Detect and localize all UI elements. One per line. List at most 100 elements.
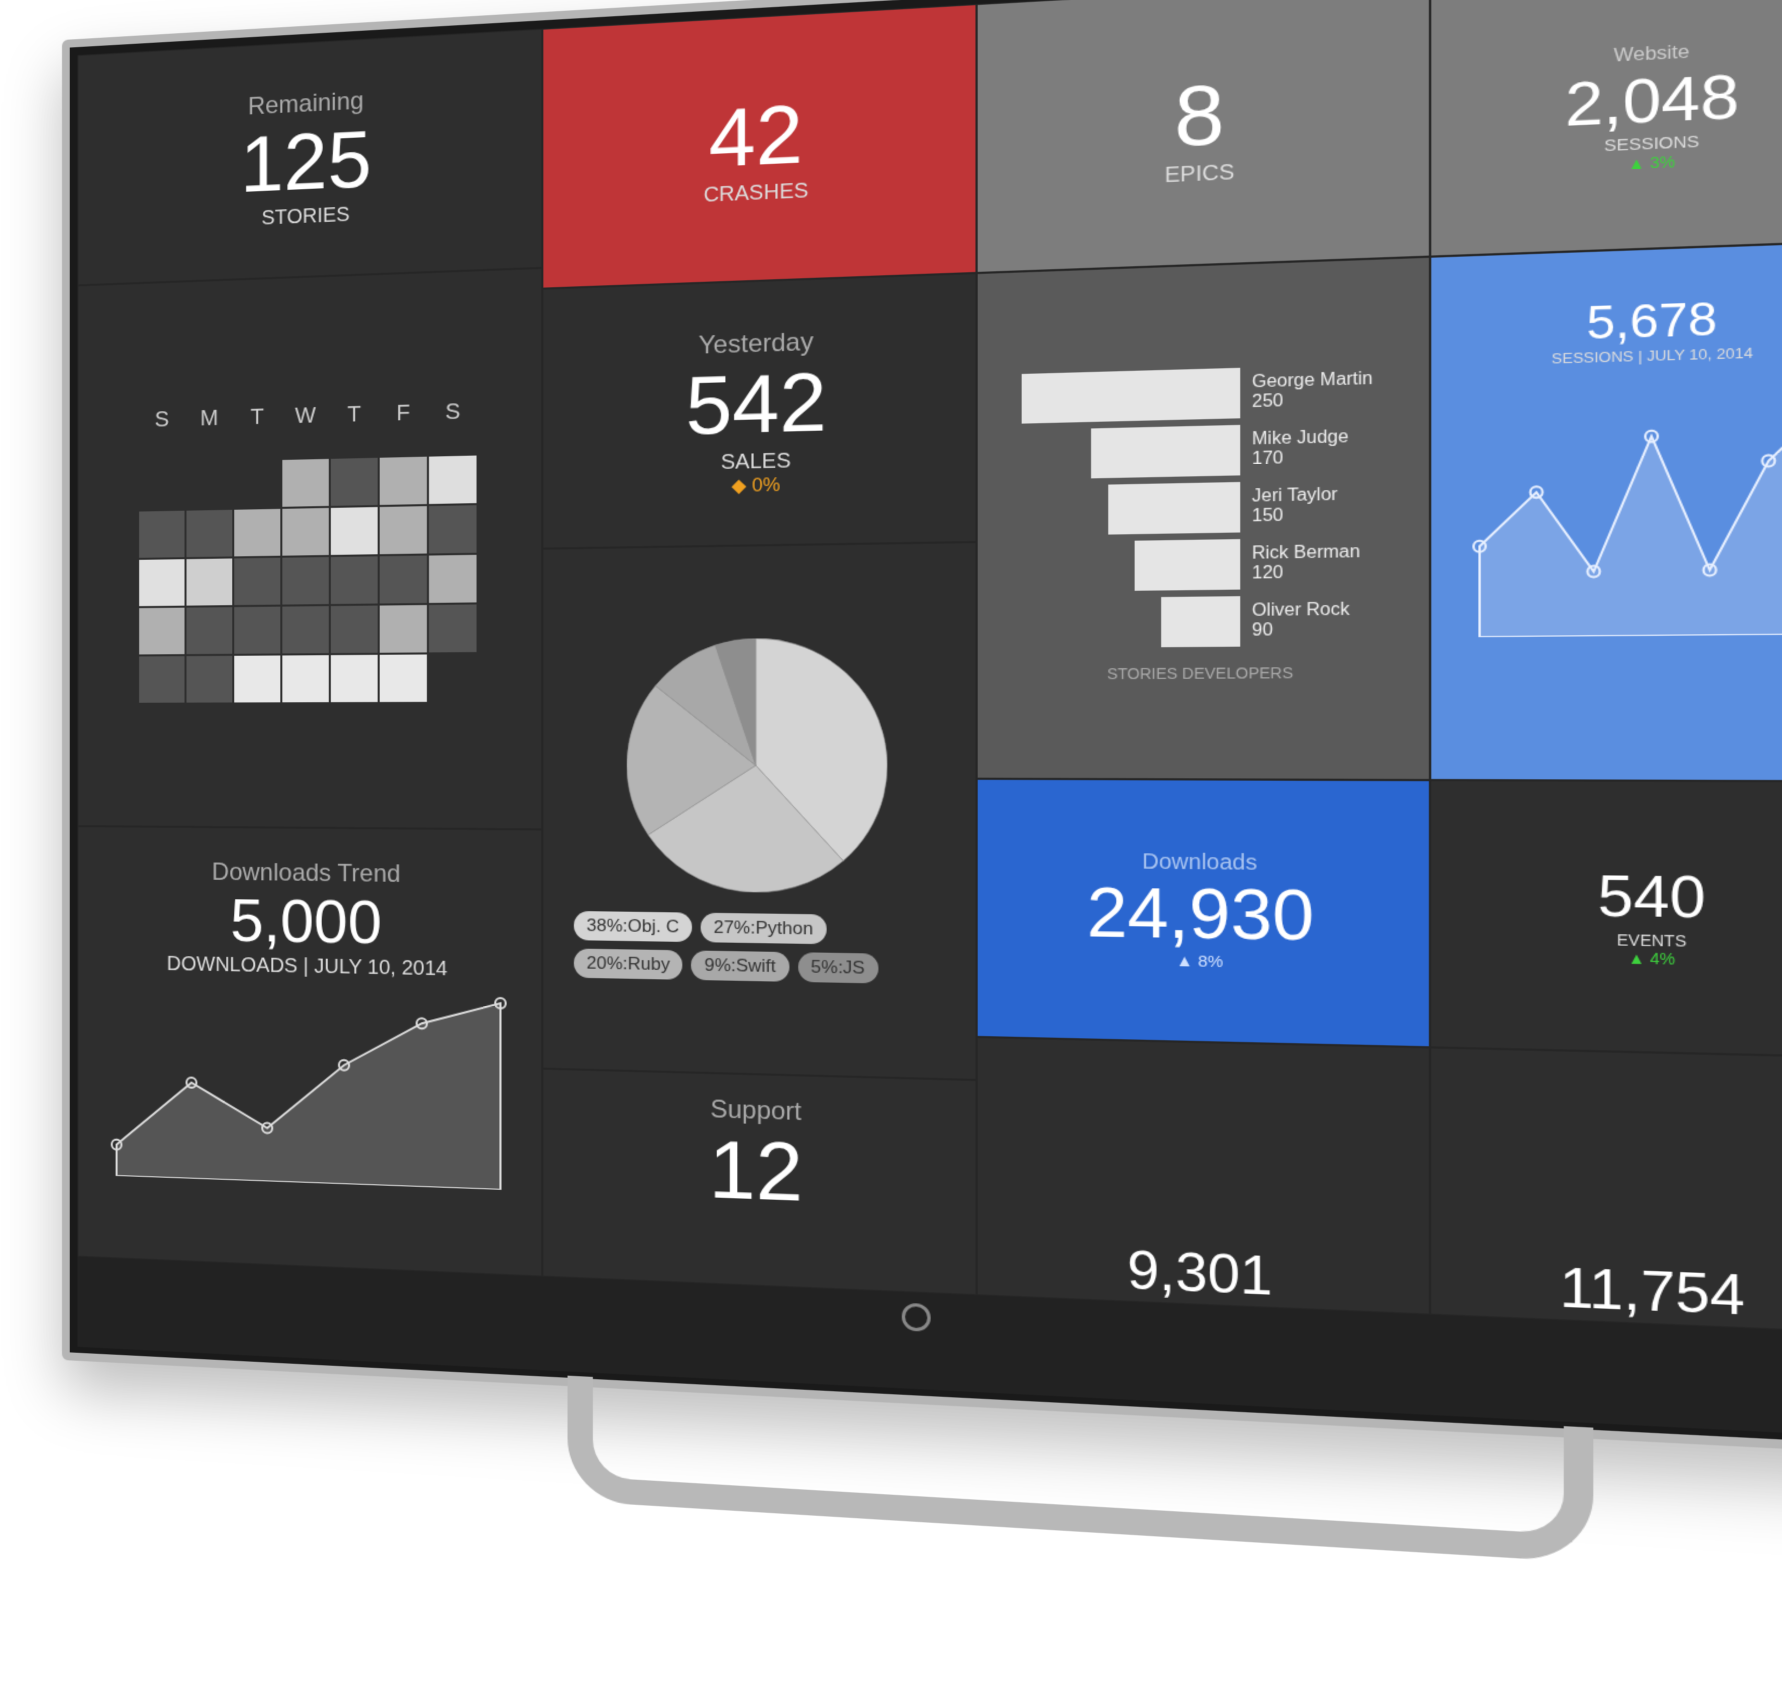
calendar-cell [282,458,329,507]
calendar-cell [428,455,477,505]
calendar-cell [186,607,233,655]
tile-value: 9,301 [1127,1239,1273,1307]
calendar-cell [330,457,378,506]
developer-value: 170 [1251,449,1284,469]
calendar-cell [186,558,233,606]
sessions-trend-chart [1467,382,1782,637]
calendar-cell [282,655,329,703]
tile-unit: EPICS [1164,160,1235,189]
tile-label: Downloads [1142,849,1258,875]
weekday-label: S [154,406,170,432]
tile-unit: CRASHES [703,179,809,208]
calendar-cell [428,505,477,554]
calendar-empty [234,460,280,508]
calendar-cell [379,506,427,555]
calendar-cell [379,456,427,505]
weekday-labels: SMTWTFS [138,398,477,434]
developer-bar [1090,424,1241,479]
developer-value: 250 [1251,391,1284,412]
calendar-cell [282,507,329,556]
sessions-chart-tile: 5,678 SESSIONS | July 10, 2014 [1430,240,1782,782]
tile-unit: SESSIONS [1551,347,1634,368]
weekday-label: F [396,399,411,426]
calendar-cell [428,554,477,603]
developer-name: Rick Berman [1251,542,1361,564]
weekday-label: T [250,403,264,430]
calendar-cell [379,654,427,703]
weekday-label: T [347,400,362,427]
developers-bar-tile: George Martin 250 Mike Judge 170 Jeri Taylor… [976,256,1431,781]
remaining-stories-tile: Remaining 125 STORIES [77,28,543,286]
developers-bar-chart: George Martin 250 Mike Judge 170 Jeri Taylor… [1010,357,1394,655]
downloads-trend-chart [107,975,511,1190]
tile-unit: SALES [720,449,791,475]
developer-row: George Martin 250 [1010,363,1394,424]
calendar-cell [282,557,329,605]
developer-value: 90 [1251,621,1273,641]
tile-value: 11,754 [1559,1256,1745,1328]
dashboard-screen: Remaining 125 STORIES S M T W T F S Downloads … [77,0,1782,1334]
monitor: Remaining 125 STORIES S M T W T F S Downloads … [62,0,1782,1563]
website-sessions-tile: Website 2,048 SESSIONS ▲ 3% [1430,0,1782,257]
tile-unit: STORIES [261,203,350,231]
developer-name: Jeri Taylor [1251,485,1338,506]
tile-unit: DOWNLOADS [166,952,298,978]
calendar-cell [282,606,329,654]
languages-pie-chart [626,637,888,893]
tile-value: 5,678 [1586,291,1718,350]
epics-tile: 8 EPICS [976,0,1431,274]
tile-value: 5,000 [230,886,382,957]
tile-value: 24,930 [1086,873,1315,956]
pie-legend: 38%:Obj. C 27%:Python 20%:Ruby 9%:Swift 5%:J… [573,910,943,985]
developer-row: Jeri Taylor 150 [1010,479,1394,536]
tile-value: 542 [685,355,827,452]
developer-bar [1160,596,1241,648]
calendar-cell [330,654,378,703]
tile-value: 8 [1174,65,1225,164]
tile-value: 125 [240,112,372,209]
developer-value: 120 [1251,563,1284,583]
developer-row: Mike Judge 170 [1010,421,1394,480]
events-tile: 540 EVENTS ▲ 4% [1430,780,1782,1058]
tile-9301: 9,301 [976,1036,1431,1315]
developer-bar [1021,367,1241,424]
weekday-label: W [295,402,317,429]
calendar-cell [139,656,185,703]
support-tile: Support 12 [542,1068,977,1296]
change-indicator: ▲ 3% [1627,152,1676,174]
weekday-label: M [200,404,219,431]
developer-row: Rick Berman 120 [1010,537,1394,592]
calendar-cell [428,604,477,653]
tile-value: 540 [1597,864,1706,932]
change-indicator: ▲ 4% [1627,948,1676,968]
change-indicator: ▲ 8% [1175,952,1224,972]
calendar-cell [330,507,378,555]
calendar-cell [234,606,281,654]
crashes-tile: 42 CRASHES [542,4,977,289]
calendar-heatmap-tile: SMTWTFS [77,267,543,830]
change-indicator: ◆ 0% [731,473,781,497]
legend-pill: 9%:Swift [691,950,790,982]
calendar-cell [234,557,281,606]
tile-unit: EVENTS [1616,930,1687,950]
tile-label: Downloads Trend [211,858,401,889]
legend-pill: 38%:Obj. C [573,910,692,943]
calendar-cell [234,508,281,557]
calendar-cell [139,607,185,655]
calendar-cell [330,556,378,605]
tile-date: July 10, 2014 [314,955,448,981]
tile-unit: SESSIONS [1603,132,1700,156]
tile-11754: 11,754 [1430,1047,1782,1334]
languages-pie-tile: 38%:Obj. C 27%:Python 20%:Ruby 9%:Swift 5%:J… [542,542,977,1081]
legend-pill: 27%:Python [700,912,827,945]
calendar-cell [139,510,185,558]
calendar-cell [379,555,427,604]
downloads-trend-tile: Downloads Trend 5,000 DOWNLOADS | July 1… [77,826,543,1277]
calendar-cell [379,605,427,653]
calendar-cell [186,509,233,558]
weekday-label: S [445,398,461,425]
calendar-grid [139,455,477,703]
developer-row: Oliver Rock 90 [1010,594,1394,648]
developer-name: George Martin [1251,369,1373,392]
calendar-cell [139,559,185,607]
